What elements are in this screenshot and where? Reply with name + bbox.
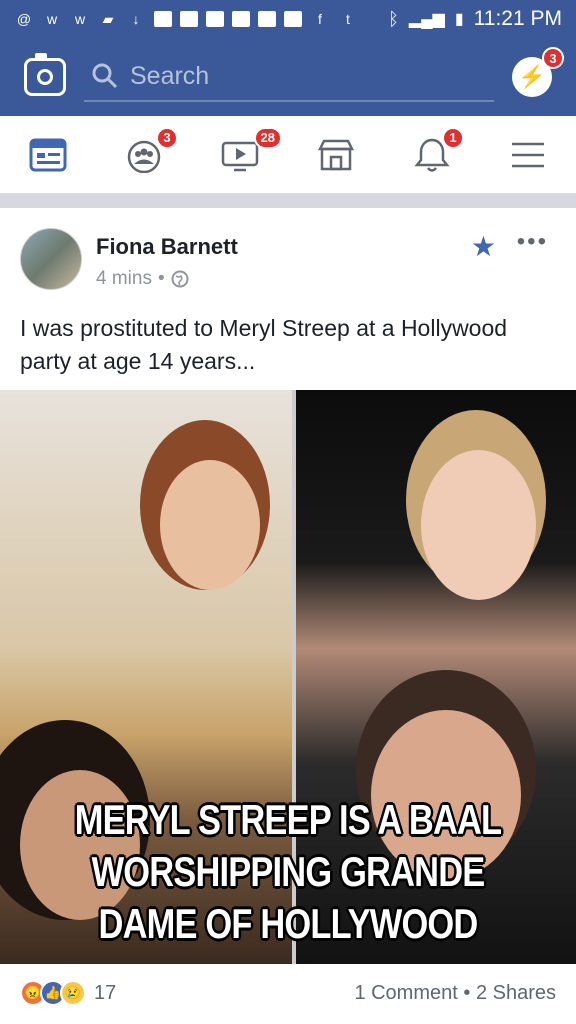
search-placeholder: Search [130,61,210,90]
caption-line: DAME OF HOLLYWOOD [98,900,479,947]
separator-dot: • [463,981,476,1004]
chat-icon: ▰ [102,10,114,27]
signal-icon: ▂▄▆ [408,11,445,28]
app-icon [180,11,198,27]
facebook-icon: f [318,11,322,27]
reaction-count: 17 [94,981,117,1004]
news-feed-icon [29,138,67,171]
app-icon [206,11,224,27]
app-icon [284,11,302,27]
camera-icon[interactable] [24,53,66,96]
separator-dot: • [157,268,165,289]
w-icon: w [74,11,86,27]
tab-bar: 3 28 1 [0,116,576,194]
search-input[interactable]: Search [84,52,494,102]
w-icon: w [46,11,58,27]
tab-notifications[interactable]: 1 [408,126,464,179]
notifications-badge: 1 [442,126,464,149]
messenger-badge: 3 [542,47,564,69]
reactions[interactable]: 😠 👍 😢 17 [20,980,116,1006]
feed-post: Fiona Barnett 4 mins • ★ ••• I was prost… [0,208,576,1024]
top-bar: Search ⚡ 3 [0,38,576,116]
bluetooth-icon: ᛒ [388,8,399,29]
messenger-icon[interactable]: ⚡ 3 [512,47,564,97]
caption-line: MERYL STREEP IS A BAAL [74,796,502,843]
notification-icons: @ w w ▰ ↓ f t [14,9,358,29]
battery-icon: ▮ [454,11,464,28]
sad-icon: 😢 [60,980,86,1006]
at-icon: @ [16,11,32,27]
tab-marketplace[interactable] [312,131,360,179]
clock: 11:21 PM [473,7,562,30]
app-icon [258,11,276,27]
download-icon: ↓ [132,11,140,27]
globe-icon [171,270,189,288]
app-icon [154,11,172,27]
tab-menu[interactable] [504,131,552,179]
more-icon[interactable]: ••• [517,228,548,256]
post-footer: 😠 👍 😢 17 1 Comment • 2 Shares [0,980,576,1006]
search-icon [92,63,118,89]
friends-badge: 3 [156,126,178,149]
tab-friends[interactable]: 3 [120,126,178,179]
star-icon[interactable]: ★ [471,230,496,263]
video-badge: 28 [253,126,282,149]
tab-news-feed[interactable] [24,131,72,179]
menu-icon [512,142,544,167]
app-icon [232,11,250,27]
status-bar: @ w w ▰ ↓ f t ᛒ ▂▄▆ ▮ 11:21 PM [0,0,576,38]
marketplace-icon [317,139,355,170]
twitter-icon: t [346,11,350,27]
post-time[interactable]: 4 mins [96,268,152,290]
post-author[interactable]: Fiona Barnett [96,234,238,260]
image-caption: MERYL STREEP IS A BAAL WORSHIPPING GRAND… [52,794,524,950]
caption-line: WORSHIPPING GRANDE [91,848,486,895]
comment-count[interactable]: 1 Comment [354,982,457,1004]
post-image[interactable]: MERYL STREEP IS A BAAL WORSHIPPING GRAND… [0,390,576,964]
face-shape [160,460,260,590]
separator [0,194,576,208]
share-count[interactable]: 2 Shares [476,982,556,1004]
face-shape [421,450,536,600]
tab-video[interactable]: 28 [216,126,282,179]
avatar[interactable] [20,228,82,290]
post-text: I was prostituted to Meryl Streep at a H… [20,315,508,374]
